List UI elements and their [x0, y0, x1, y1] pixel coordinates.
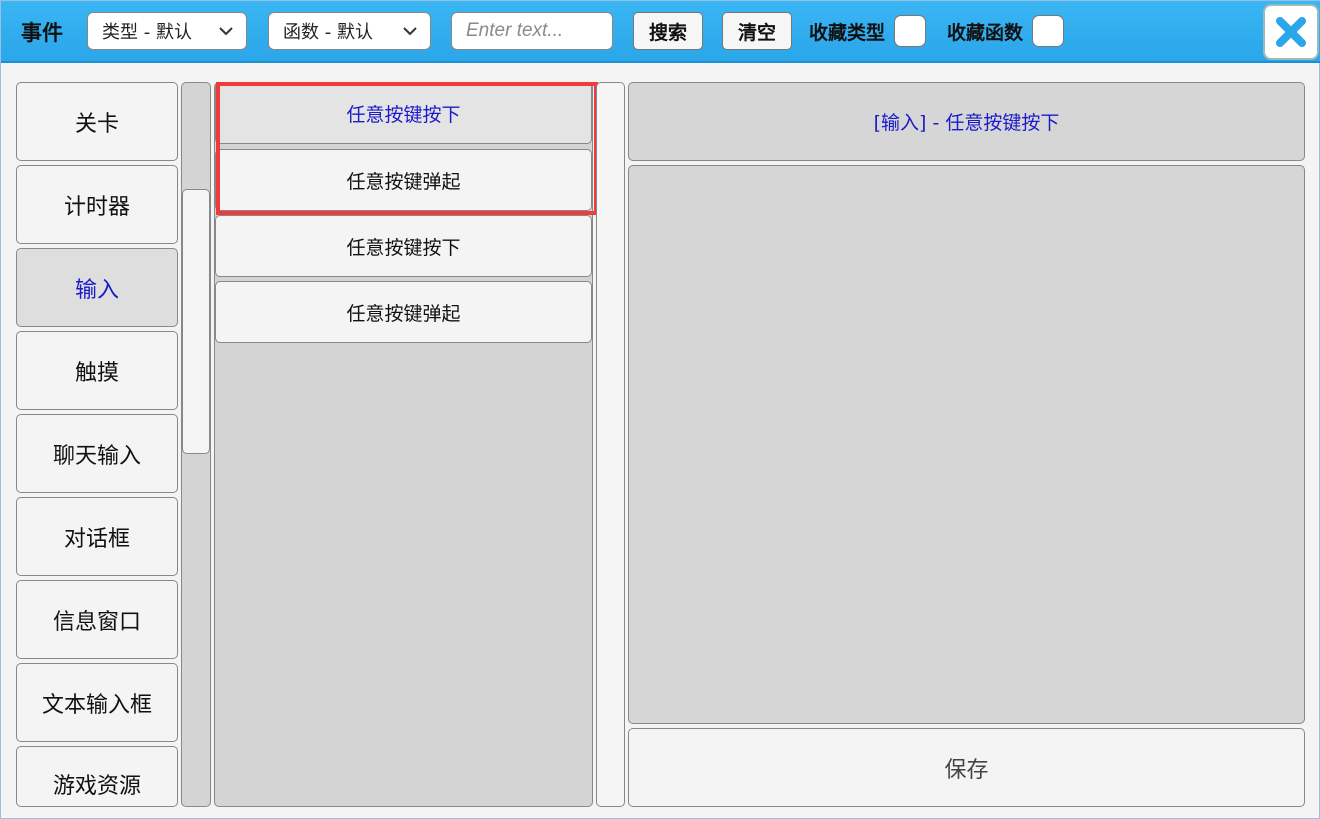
- function-item[interactable]: 任意按键按下: [215, 82, 592, 144]
- top-toolbar: 事件 类型 - 默认 函数 - 默认 搜索 清空 收藏类型 收藏函数: [1, 1, 1320, 63]
- search-button[interactable]: 搜索: [633, 12, 703, 50]
- category-item-timer[interactable]: 计时器: [16, 165, 178, 244]
- category-item-input[interactable]: 输入: [16, 248, 178, 327]
- detail-panel: [628, 165, 1305, 724]
- function-item[interactable]: 任意按键弹起: [215, 281, 592, 343]
- chevron-down-icon: [403, 27, 417, 36]
- detail-title: [输入] - 任意按键按下: [628, 82, 1305, 161]
- favorite-function-label: 收藏函数: [947, 22, 1024, 44]
- category-item-game-assets[interactable]: 游戏资源: [16, 746, 178, 807]
- function-scrollbar[interactable]: [596, 82, 625, 807]
- type-select[interactable]: 类型 - 默认: [87, 12, 247, 50]
- favorite-type-label: 收藏类型: [809, 22, 886, 44]
- function-item[interactable]: 任意按键按下: [215, 215, 592, 277]
- clear-button[interactable]: 清空: [722, 12, 792, 50]
- category-scrollbar-thumb[interactable]: [182, 189, 210, 454]
- category-item-dialog-box[interactable]: 对话框: [16, 497, 178, 576]
- chevron-down-icon: [219, 27, 233, 36]
- favorite-type-checkbox[interactable]: [894, 15, 926, 47]
- favorite-function-checkbox[interactable]: [1032, 15, 1064, 47]
- close-x-icon: [1276, 17, 1306, 47]
- search-input[interactable]: [451, 12, 613, 50]
- category-item-touch[interactable]: 触摸: [16, 331, 178, 410]
- save-button[interactable]: 保存: [628, 728, 1305, 807]
- category-item-text-input-box[interactable]: 文本输入框: [16, 663, 178, 742]
- dialog-title: 事件: [21, 21, 63, 45]
- close-button[interactable]: [1263, 4, 1319, 60]
- category-item-chat-input[interactable]: 聊天输入: [16, 414, 178, 493]
- type-select-value: 类型 - 默认: [102, 22, 192, 43]
- function-select-value: 函数 - 默认: [283, 22, 373, 43]
- event-dialog: 事件 类型 - 默认 函数 - 默认 搜索 清空 收藏类型 收藏函数 关卡 计时: [0, 0, 1320, 819]
- category-item-info-window[interactable]: 信息窗口: [16, 580, 178, 659]
- function-select[interactable]: 函数 - 默认: [268, 12, 431, 50]
- category-item-level[interactable]: 关卡: [16, 82, 178, 161]
- function-item[interactable]: 任意按键弹起: [215, 149, 592, 211]
